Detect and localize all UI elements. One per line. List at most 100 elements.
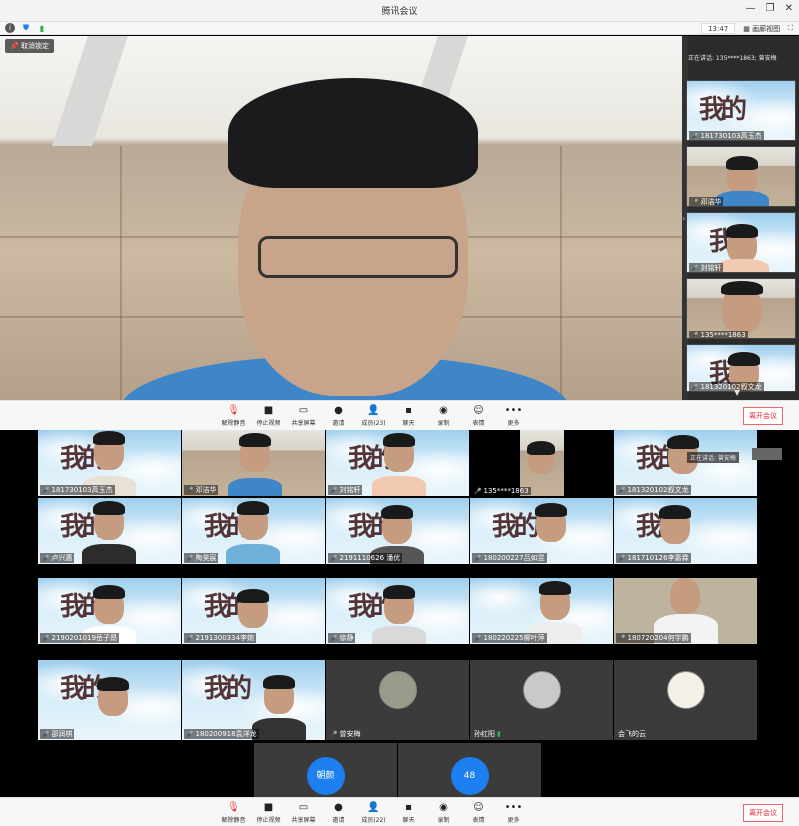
- mic-icon: 🎤: [330, 730, 338, 738]
- unmute-button[interactable]: 🎙 解除静音: [216, 801, 251, 824]
- tile-label: 🎤 2190201019岳子昂: [40, 633, 120, 643]
- scroll-down-icon[interactable]: ▼: [734, 388, 740, 397]
- info-icon[interactable]: i: [5, 23, 15, 33]
- more-button[interactable]: ••• 更多: [496, 404, 531, 427]
- tile-label: 🎤 180220225柳叶萍: [472, 633, 547, 643]
- share-screen-button[interactable]: ▭ 共享屏幕: [286, 801, 321, 824]
- mic-icon: 🎤: [691, 331, 699, 339]
- participant-tile[interactable]: 🎤 180220225柳叶萍: [470, 578, 613, 644]
- mic-icon: 🎤: [330, 486, 338, 494]
- chat-button[interactable]: ▪ 聊天: [391, 404, 426, 427]
- participant-tile[interactable]: 🎤 邓洁华: [182, 430, 325, 496]
- meeting-toolbar: 🎙 解除静音 ■ 停止视频 ▭ 共享屏幕 ● 邀请 👤 成员(23) ▪ 聊天 ◉ 录制 ☺ 表…: [0, 400, 799, 430]
- side-thumb-label: 🎤 刘铭轩: [689, 263, 724, 272]
- mic-muted-icon: 🎙: [227, 405, 240, 416]
- tile-label: 🎤 曾安梅: [330, 730, 361, 738]
- stop-video-button[interactable]: ■ 停止视频: [251, 404, 286, 427]
- side-thumb[interactable]: 🎤 135****1863: [686, 278, 796, 339]
- unmute-button[interactable]: 🎙 解除静音: [216, 404, 251, 427]
- side-thumb[interactable]: 🎤 邓洁华: [686, 146, 796, 207]
- participant-tile[interactable]: 朝颜: [254, 743, 397, 798]
- participant-tile[interactable]: 🎤 曾安梅: [326, 660, 469, 740]
- share-screen-button[interactable]: ▭ 共享屏幕: [286, 404, 321, 427]
- tile-label: 🎤 刘铭轩: [328, 485, 363, 495]
- members-button[interactable]: 👤 成员(22): [356, 801, 391, 824]
- minimize-icon[interactable]: —: [746, 3, 756, 14]
- invite-icon: ●: [334, 802, 343, 813]
- invite-button[interactable]: ● 邀请: [321, 404, 356, 427]
- participant-tile[interactable]: 我的 🎤 2190201019岳子昂: [38, 578, 181, 644]
- participant-hair: [97, 677, 129, 691]
- side-thumb[interactable]: 我的🎤181320102叙文龙: [686, 344, 796, 392]
- mic-icon: 🎤: [186, 486, 194, 494]
- participant-shirt: [226, 544, 280, 564]
- status-icons: i ⛊ ▮: [5, 23, 47, 33]
- members-icon: 👤: [367, 802, 380, 813]
- side-thumb-video: 我的🎤刘铭轩: [687, 213, 795, 272]
- side-thumb[interactable]: 我的🎤刘铭轩: [686, 212, 796, 273]
- mic-icon: 🎤: [42, 486, 50, 494]
- unpin-button[interactable]: 📌 取消锁定: [5, 39, 54, 53]
- members-button[interactable]: 👤 成员(23): [356, 404, 391, 427]
- emoji-button[interactable]: ☺ 表情: [461, 801, 496, 824]
- toolbar-items: 🎙 解除静音 ■ 停止视频 ▭ 共享屏幕 ● 邀请 👤 成员(23) ▪ 聊天 ◉ 录制 ☺ 表…: [216, 404, 531, 427]
- leave-meeting-button[interactable]: 离开会议: [743, 407, 783, 425]
- tile-label: 🎤 135****1863: [472, 487, 531, 495]
- participant-tile[interactable]: 我的 🎤 181710126李嘉霖: [614, 498, 757, 564]
- more-button[interactable]: ••• 更多: [496, 801, 531, 824]
- participant-tile[interactable]: 我的 🎤 徐静: [326, 578, 469, 644]
- calligraphy-art: 我的: [699, 95, 747, 125]
- participant-tile[interactable]: 48: [398, 743, 541, 798]
- record-button[interactable]: ◉ 录制: [426, 801, 461, 824]
- participant-tile[interactable]: 我的 🎤 陶昊宸: [182, 498, 325, 564]
- participant-shirt: [228, 478, 282, 496]
- shield-icon[interactable]: ⛊: [21, 23, 31, 33]
- side-thumb-label: 🎤 135****1863: [689, 331, 748, 339]
- main-speaker-video[interactable]: 📌 取消锁定: [0, 36, 682, 400]
- tile-label: 🎤 徐静: [328, 633, 356, 643]
- participant-tile[interactable]: 我的 🎤 180200918袁洋龙: [182, 660, 325, 740]
- stop-video-button[interactable]: ■ 停止视频: [251, 801, 286, 824]
- participant-tile[interactable]: 孙红阳 ▮: [470, 660, 613, 740]
- participant-tile[interactable]: 我的 🎤 181730103高玉杰: [38, 430, 181, 496]
- invite-button[interactable]: ● 邀请: [321, 801, 356, 824]
- participant-tile[interactable]: 我的 🎤 180200227吕如昱: [470, 498, 613, 564]
- more-icon: •••: [504, 802, 523, 813]
- participant-tile[interactable]: 我的 🎤 刘铭轩: [326, 430, 469, 496]
- emoji-button[interactable]: ☺ 表情: [461, 404, 496, 427]
- speaking-collapse-button[interactable]: [752, 448, 782, 460]
- screen-share-icon: ▭: [298, 405, 309, 416]
- participant-tile[interactable]: 会飞的云: [614, 660, 757, 740]
- fullscreen-icon[interactable]: ⛶: [788, 24, 793, 33]
- mic-icon: 🎤: [474, 634, 482, 642]
- close-icon[interactable]: ✕: [785, 3, 793, 14]
- participant-tile[interactable]: 🎤 180720204何宇鹏: [614, 578, 757, 644]
- window-controls: — ❐ ✕: [746, 3, 793, 14]
- tile-label: 🎤 2191300334李婉: [184, 633, 257, 643]
- participant-tile[interactable]: 我的 🎤 2191300334李婉: [182, 578, 325, 644]
- participant-tile[interactable]: 我的 🎤 卢兴惠: [38, 498, 181, 564]
- participant-tile[interactable]: 我的 🎤 181320102叙文龙: [614, 430, 757, 496]
- side-participant-strip: › 正在讲话: 135****1863; 曾安梅 我的 🎤 181730103高玉杰…: [682, 36, 799, 400]
- mic-icon: 🎤: [42, 554, 50, 562]
- participant-tile[interactable]: 🎤 135****1863: [470, 430, 613, 496]
- side-thumb-video: 我的🎤181320102叙文龙: [687, 345, 795, 391]
- signal-icon: ▮: [497, 730, 501, 738]
- title-bar: 腾讯会议 — ❐ ✕: [0, 0, 799, 22]
- record-button[interactable]: ◉ 录制: [426, 404, 461, 427]
- gallery-view-button[interactable]: ▦ 画廊视图: [743, 24, 780, 34]
- participant-hair: [263, 675, 295, 689]
- tile-label: 🎤 180720204何宇鹏: [616, 633, 691, 643]
- pin-icon: 📌: [10, 42, 19, 50]
- restore-icon[interactable]: ❐: [766, 3, 775, 14]
- participant-hair: [721, 281, 763, 295]
- side-thumb[interactable]: 我的 🎤 181730103高玉杰: [686, 80, 796, 141]
- wall-line: [560, 146, 562, 400]
- signal-icon[interactable]: ▮: [37, 23, 47, 33]
- record-icon: ◉: [439, 405, 448, 416]
- leave-meeting-button[interactable]: 离开会议: [743, 804, 783, 822]
- participant-hair: [93, 585, 125, 599]
- participant-tile[interactable]: 我的 🎤 2191110626 潘优: [326, 498, 469, 564]
- participant-tile[interactable]: 我的 🎤 邵润棋: [38, 660, 181, 740]
- chat-button[interactable]: ▪ 聊天: [391, 801, 426, 824]
